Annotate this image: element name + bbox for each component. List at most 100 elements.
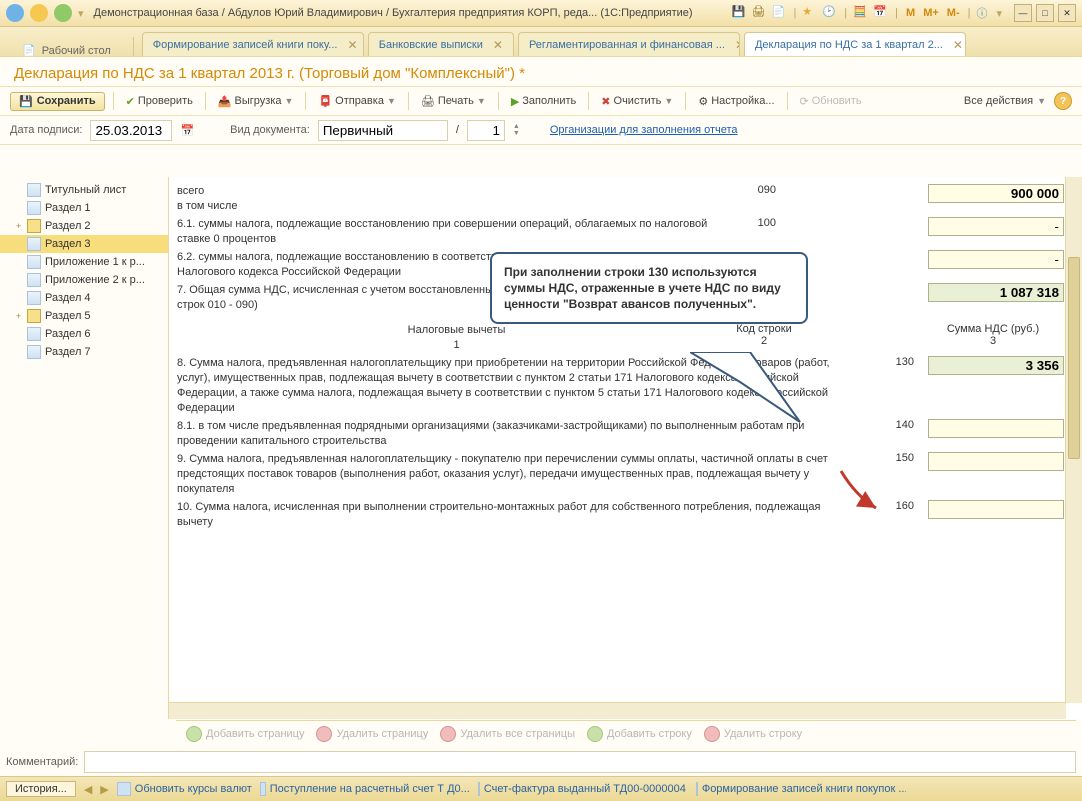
tree-item[interactable]: Раздел 4 [0,289,168,307]
document-icon [27,183,41,197]
help-icon[interactable]: ? [1054,92,1072,110]
tab-item-active[interactable]: Декларация по НДС за 1 квартал 2...✕ [744,32,966,57]
document-title: Декларация по НДС за 1 квартал 2013 г. (… [0,57,1082,86]
cross-icon [316,726,332,742]
print-icon[interactable]: 🖨 [751,5,767,21]
refresh-button[interactable]: ⟳Обновить [796,93,866,110]
document-params-row: Дата подписи: 📅 Вид документа: / ▲▼ Орга… [0,116,1082,145]
value-input[interactable] [928,250,1064,269]
settings-button[interactable]: ⚙Настройка... [694,93,778,110]
gear-icon: ⚙ [698,95,708,108]
form-row: всегов том числе 090 [177,184,1058,214]
form-row: 8. Сумма налога, предъявленная налогопла… [177,356,1058,416]
add-page-button[interactable]: Добавить страницу [186,726,304,742]
tab-close-icon[interactable]: ✕ [735,38,740,52]
plus-icon [587,726,603,742]
close-button[interactable]: ✕ [1058,4,1076,22]
value-input[interactable] [928,217,1064,236]
tab-close-icon[interactable]: ✕ [953,38,963,52]
page-input[interactable] [467,120,505,141]
calendar-icon[interactable]: 📅 [873,5,889,21]
recent-item[interactable]: Формирование записей книги покупок ... [696,782,906,796]
document-toolbar: 💾Сохранить ✔Проверить 📤Выгрузка▼ 📮Отправ… [0,86,1082,116]
form-row: 6.1. суммы налога, подлежащие восстановл… [177,217,1058,247]
history-icon[interactable]: 🕑 [822,5,838,21]
tab-item[interactable]: Регламентированная и финансовая ...✕ [518,32,740,57]
date-label: Дата подписи: [10,124,82,136]
comment-input[interactable] [84,751,1076,773]
value-input-total[interactable] [928,283,1064,302]
comment-label: Комментарий: [6,756,78,768]
memory-mminus[interactable]: M- [945,7,962,19]
maximize-button[interactable]: □ [1036,4,1054,22]
app-nav-icon[interactable] [30,4,48,22]
tree-item[interactable]: Раздел 1 [0,199,168,217]
tree-item[interactable]: Приложение 1 к р... [0,253,168,271]
check-button[interactable]: ✔Проверить [122,93,197,110]
history-button[interactable]: История... [6,781,76,797]
save-icon[interactable]: 💾 [731,5,747,21]
tree-item-selected[interactable]: Раздел 3 [0,235,168,253]
org-link[interactable]: Организации для заполнения отчета [550,124,738,136]
doctype-label: Вид документа: [230,124,310,136]
printer-icon: 🖨 [421,95,435,108]
line-code: 100 [720,217,782,229]
disk-icon: 💾 [19,95,33,108]
tab-close-icon[interactable]: ✕ [347,38,357,52]
page-actions-bar: Добавить страницу Удалить страницу Удали… [176,720,1076,747]
recent-item[interactable]: Поступление на расчетный счет Т Д0... [260,782,470,796]
recent-item[interactable]: Счет-фактура выданный ТД00-0000004 о... [478,782,688,796]
add-row-button[interactable]: Добавить строку [587,726,692,742]
all-actions-button[interactable]: Все действия▼? [964,92,1072,110]
tab-item[interactable]: Банковские выписки✕ [368,32,514,57]
tab-close-icon[interactable]: ✕ [493,38,503,52]
tree-item[interactable]: +Раздел 2 [0,217,168,235]
recent-item[interactable]: Обновить курсы валют [117,782,252,796]
send-button[interactable]: 📮Отправка▼ [314,93,399,110]
calculator-icon[interactable]: 🧮 [853,5,869,21]
tree-item[interactable]: Титульный лист [0,181,168,199]
folder-icon [27,309,41,323]
app-actions-icon[interactable] [54,4,72,22]
horizontal-scrollbar[interactable] [169,702,1066,719]
window-titlebar: ▾ Демонстрационная база / Абдулов Юрий В… [0,0,1082,27]
document-icon [27,255,41,269]
tree-item[interactable]: +Раздел 5 [0,307,168,325]
line-code: 140 [858,419,920,431]
favorite-icon[interactable]: ★ [802,5,818,21]
document-area: Декларация по НДС за 1 квартал 2013 г. (… [0,56,1082,777]
form-row: 8.1. в том числе предъявленная подрядным… [177,419,1058,449]
vertical-scrollbar[interactable] [1065,177,1082,703]
nav-prev-icon[interactable]: ◀ [84,783,92,796]
date-input[interactable] [90,120,172,141]
delete-page-button[interactable]: Удалить страницу [316,726,428,742]
print-button[interactable]: 🖨Печать▼ [417,93,490,110]
info-icon[interactable]: ⓘ [976,5,992,21]
delete-all-pages-button[interactable]: Удалить все страницы [440,726,575,742]
tab-item[interactable]: Формирование записей книги поку...✕ [142,32,364,57]
memory-mplus[interactable]: M+ [921,7,941,19]
memory-m[interactable]: M [904,7,917,19]
doctype-input[interactable] [318,120,448,141]
value-input[interactable] [928,452,1064,471]
document-icon [27,273,41,287]
send-icon: 📮 [318,95,332,108]
delete-row-button[interactable]: Удалить строку [704,726,802,742]
fill-button[interactable]: ▶Заполнить [507,93,580,110]
value-input[interactable] [928,500,1064,519]
nav-next-icon[interactable]: ▶ [100,783,108,796]
upload-button[interactable]: 📤Выгрузка▼ [214,93,298,110]
app-menu-icon[interactable] [6,4,24,22]
document-icon [478,782,480,796]
save-button[interactable]: 💾Сохранить [10,92,105,111]
clear-button[interactable]: ✖Очистить▼ [597,93,677,110]
preview-icon[interactable]: 📄 [771,5,787,21]
tree-item[interactable]: Раздел 7 [0,343,168,361]
value-input-highlight[interactable] [928,356,1064,375]
value-input[interactable] [928,419,1064,438]
minimize-button[interactable]: — [1014,4,1032,22]
tree-item[interactable]: Раздел 6 [0,325,168,343]
hint-callout: При заполнении строки 130 используются с… [490,252,808,324]
value-input[interactable] [928,184,1064,203]
tree-item[interactable]: Приложение 2 к р... [0,271,168,289]
